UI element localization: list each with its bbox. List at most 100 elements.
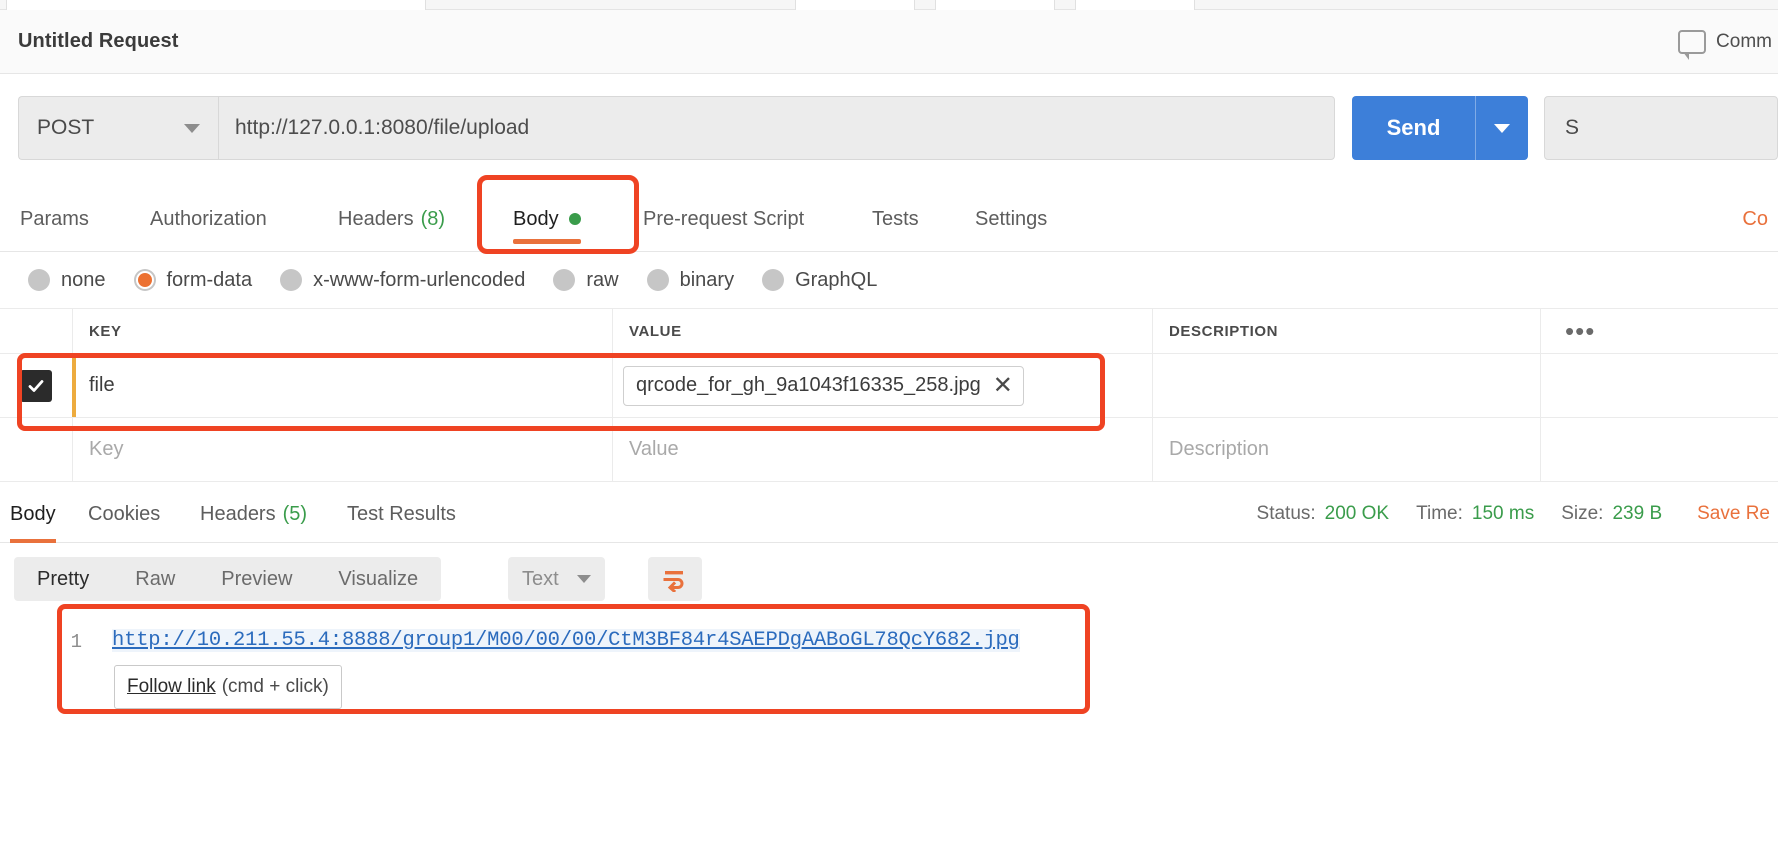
radio-icon	[647, 269, 669, 291]
response-url-link[interactable]: http://10.211.55.4:8888/group1/M00/00/00…	[112, 629, 1020, 652]
url-input-value: http://127.0.0.1:8080/file/upload	[235, 116, 529, 140]
url-input[interactable]: http://127.0.0.1:8080/file/upload	[218, 96, 1335, 160]
code-link[interactable]: Co	[1742, 186, 1768, 252]
tab-headers[interactable]: Headers (8)	[338, 186, 445, 252]
row-enabled-checkbox[interactable]	[0, 354, 72, 417]
row-description-cell[interactable]	[1152, 354, 1540, 417]
comment-icon	[1678, 30, 1706, 54]
table-row-empty: Key Value Description	[0, 418, 1778, 482]
file-name: qrcode_for_gh_9a1043f16335_258.jpg	[636, 374, 981, 397]
tab-label: Settings	[975, 208, 1047, 231]
radio-icon	[28, 269, 50, 291]
tab-pre-request-script[interactable]: Pre-request Script	[643, 186, 804, 252]
view-tab-visualize[interactable]: Visualize	[315, 557, 441, 601]
empty-row-checkbox-cell	[0, 418, 72, 481]
tab-tests[interactable]: Tests	[872, 186, 919, 252]
empty-row-value-cell[interactable]: Value	[612, 418, 1152, 481]
tab-label: Body	[10, 503, 56, 526]
view-tab-pretty[interactable]: Pretty	[14, 557, 112, 601]
tab-label: Params	[20, 208, 89, 231]
response-tab-headers[interactable]: Headers (5)	[200, 485, 307, 543]
postman-request-window: Untitled Request Comm POST http://127.0.…	[0, 0, 1778, 864]
header-description-cell: DESCRIPTION	[1152, 309, 1540, 353]
empty-row-key-cell[interactable]: Key	[72, 418, 612, 481]
row-accent-bar	[72, 354, 76, 417]
response-meta: Status: 200 OK Time: 150 ms Size: 239 B …	[1257, 485, 1778, 543]
response-body: 1 http://10.211.55.4:8888/group1/M00/00/…	[0, 613, 1778, 864]
body-type-x-www-form-urlencoded[interactable]: x-www-form-urlencoded	[280, 269, 525, 292]
line-number: 1	[54, 631, 82, 653]
body-type-graphql[interactable]: GraphQL	[762, 269, 877, 292]
view-tab-label: Preview	[221, 568, 292, 591]
empty-row-description-cell[interactable]: Description	[1152, 418, 1540, 481]
request-title-bar: Untitled Request Comm	[0, 10, 1778, 74]
http-method-label: POST	[37, 116, 94, 140]
header-checkbox-cell	[0, 309, 72, 353]
tab-body[interactable]: Body	[513, 186, 581, 252]
row-key-value: file	[89, 374, 115, 397]
page-title: Untitled Request	[18, 30, 179, 53]
follow-link-label[interactable]: Follow link	[127, 676, 216, 698]
checkbox-checked-icon	[20, 370, 52, 402]
radio-icon	[762, 269, 784, 291]
tab-stub[interactable]	[6, 0, 426, 10]
response-view-tabs: Pretty Raw Preview Visualize	[14, 557, 441, 601]
body-type-none[interactable]: none	[28, 269, 106, 292]
tab-label: Body	[513, 208, 559, 231]
radio-icon	[553, 269, 575, 291]
active-tab-underline	[513, 239, 581, 244]
empty-row-options-cell	[1540, 418, 1778, 481]
chevron-down-icon	[184, 124, 200, 133]
send-options-button[interactable]	[1476, 124, 1528, 133]
row-value-cell[interactable]: qrcode_for_gh_9a1043f16335_258.jpg ✕	[612, 354, 1152, 417]
tab-label: Cookies	[88, 503, 160, 526]
save-response-button[interactable]: Save Re	[1697, 503, 1770, 525]
table-options-cell[interactable]: •••	[1540, 309, 1778, 353]
tab-stub[interactable]	[795, 0, 915, 10]
save-button-label: S	[1565, 116, 1579, 140]
response-tab-test-results[interactable]: Test Results	[347, 485, 456, 543]
form-data-table: KEY VALUE DESCRIPTION •••	[0, 308, 1778, 485]
tab-stub[interactable]	[935, 0, 1055, 10]
response-format-value: Text	[522, 568, 559, 591]
radio-label: x-www-form-urlencoded	[313, 269, 525, 292]
size-label: Size:	[1561, 503, 1603, 525]
response-tab-cookies[interactable]: Cookies	[88, 485, 160, 543]
row-key-cell[interactable]: file	[72, 354, 612, 417]
value-placeholder: Value	[629, 438, 679, 461]
file-chip[interactable]: qrcode_for_gh_9a1043f16335_258.jpg ✕	[623, 366, 1024, 406]
http-method-select[interactable]: POST	[18, 96, 218, 160]
tab-label: Headers	[200, 503, 276, 526]
save-button[interactable]: S	[1544, 96, 1778, 160]
radio-label: form-data	[167, 269, 253, 292]
header-key-cell: KEY	[72, 309, 612, 353]
tab-label: Tests	[872, 208, 919, 231]
word-wrap-button[interactable]	[648, 557, 702, 601]
comments-button[interactable]: Comm	[1678, 30, 1778, 54]
close-icon[interactable]: ✕	[993, 374, 1013, 398]
comments-label: Comm	[1716, 31, 1772, 53]
body-type-raw[interactable]: raw	[553, 269, 618, 292]
table-header-row: KEY VALUE DESCRIPTION •••	[0, 308, 1778, 354]
view-tab-preview[interactable]: Preview	[198, 557, 315, 601]
tab-stub[interactable]	[1075, 0, 1195, 10]
response-tab-body[interactable]: Body	[10, 485, 56, 543]
ellipsis-icon[interactable]: •••	[1565, 326, 1595, 336]
response-format-select[interactable]: Text	[508, 557, 605, 601]
radio-label: none	[61, 269, 106, 292]
tab-count: (5)	[283, 503, 307, 526]
tab-params[interactable]: Params	[20, 186, 89, 252]
follow-link-tooltip[interactable]: Follow link (cmd + click)	[114, 665, 342, 709]
tab-label: Headers	[338, 208, 414, 231]
time-value: 150 ms	[1472, 503, 1534, 525]
body-type-binary[interactable]: binary	[647, 269, 734, 292]
body-type-form-data[interactable]: form-data	[134, 269, 253, 292]
view-tab-label: Visualize	[338, 568, 418, 591]
send-button[interactable]: Send	[1352, 96, 1528, 160]
view-tab-raw[interactable]: Raw	[112, 557, 198, 601]
tab-label: Test Results	[347, 503, 456, 526]
chevron-down-icon	[1494, 124, 1510, 133]
request-tabs: Params Authorization Headers (8) Body Pr…	[0, 186, 1778, 252]
tab-authorization[interactable]: Authorization	[150, 186, 267, 252]
tab-settings[interactable]: Settings	[975, 186, 1047, 252]
